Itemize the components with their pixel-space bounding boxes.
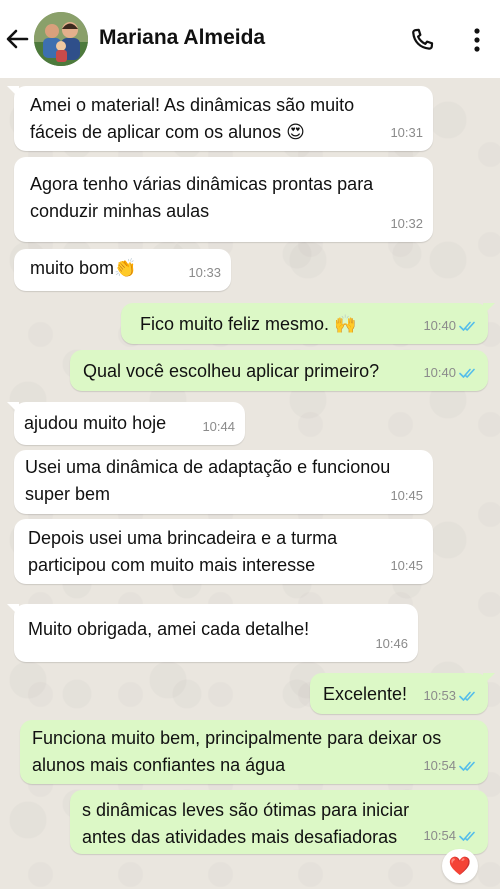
double-check-icon: [459, 368, 475, 378]
message-time: 10:44: [202, 418, 235, 434]
double-check-icon: [459, 761, 475, 771]
message-text: Fico muito feliz mesmo. 🙌: [140, 314, 357, 334]
message-bubble-outgoing[interactable]: s dinâmicas leves são ótimas para inicia…: [70, 790, 488, 854]
message-bubble-incoming[interactable]: Muito obrigada, amei cada detalhe! 10:46: [7, 604, 418, 662]
message-bubble-incoming[interactable]: muito bom👏 10:33: [14, 249, 231, 291]
message-time: 10:53: [423, 687, 456, 703]
phone-icon[interactable]: [408, 26, 436, 54]
message-time: 10:32: [390, 215, 423, 231]
double-check-icon: [459, 691, 475, 701]
message-text: Amei o material! As dinâmicas são muito …: [30, 95, 355, 142]
message-time: 10:46: [375, 635, 408, 651]
message-text: Qual você escolheu aplicar primeiro?: [83, 361, 380, 381]
message-time: 10:45: [390, 557, 423, 573]
heart-reaction[interactable]: ❤️: [442, 849, 478, 883]
message-time: 10:40: [423, 364, 456, 380]
contact-name[interactable]: Mariana Almeida: [99, 26, 265, 50]
message-bubble-incoming[interactable]: Agora tenho várias dinâmicas prontas par…: [14, 157, 433, 242]
message-time: 10:31: [390, 124, 423, 140]
message-bubble-incoming[interactable]: Usei uma dinâmica de adaptação e funcion…: [14, 450, 433, 514]
message-time: 10:45: [390, 487, 423, 503]
message-text: Funciona muito bem, principalmente para …: [32, 728, 442, 775]
message-text: Depois usei uma brincadeira e a turma pa…: [28, 528, 338, 575]
message-bubble-incoming[interactable]: Amei o material! As dinâmicas são muito …: [7, 86, 433, 151]
message-time: 10:54: [423, 757, 456, 773]
heart-icon: ❤️: [448, 855, 472, 877]
message-text: Usei uma dinâmica de adaptação e funcion…: [25, 457, 391, 504]
message-text: Agora tenho várias dinâmicas prontas par…: [30, 174, 374, 221]
message-bubble-outgoing[interactable]: Excelente! 10:53: [310, 673, 495, 714]
chat-header: Mariana Almeida: [0, 0, 500, 78]
message-time: 10:33: [188, 264, 221, 280]
more-vertical-icon[interactable]: [470, 27, 484, 53]
message-text: muito bom👏: [30, 258, 137, 278]
double-check-icon: [459, 831, 475, 841]
message-bubble-outgoing[interactable]: Fico muito feliz mesmo. 🙌 10:40: [121, 303, 495, 344]
message-text: Muito obrigada, amei cada detalhe!: [28, 619, 310, 639]
message-time: 10:54: [423, 827, 456, 843]
message-text: s dinâmicas leves são ótimas para inicia…: [82, 800, 410, 847]
double-check-icon: [459, 321, 475, 331]
message-bubble-outgoing[interactable]: Funciona muito bem, principalmente para …: [20, 720, 488, 784]
back-arrow-icon[interactable]: [4, 27, 30, 51]
message-bubble-outgoing[interactable]: Qual você escolheu aplicar primeiro? 10:…: [70, 350, 488, 391]
message-bubble-incoming[interactable]: Depois usei uma brincadeira e a turma pa…: [14, 519, 433, 584]
message-time: 10:40: [423, 317, 456, 333]
avatar[interactable]: [34, 12, 88, 66]
message-bubble-incoming[interactable]: ajudou muito hoje 10:44: [7, 402, 245, 445]
